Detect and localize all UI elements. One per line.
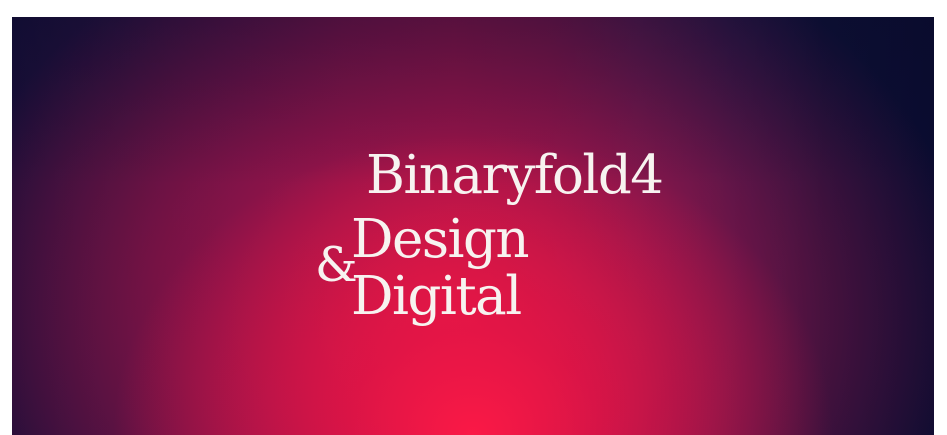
wordmark-line-2: Design xyxy=(351,209,530,270)
wordmark-line-1: Binaryfold4 xyxy=(366,145,664,206)
wordmark-line-3: Digital xyxy=(351,266,522,327)
page-frame: Binaryfold4 Design & Digital xyxy=(0,0,947,435)
hero-banner: Binaryfold4 Design & Digital xyxy=(12,17,934,435)
brand-wordmark: Binaryfold4 Design & Digital xyxy=(12,17,934,435)
